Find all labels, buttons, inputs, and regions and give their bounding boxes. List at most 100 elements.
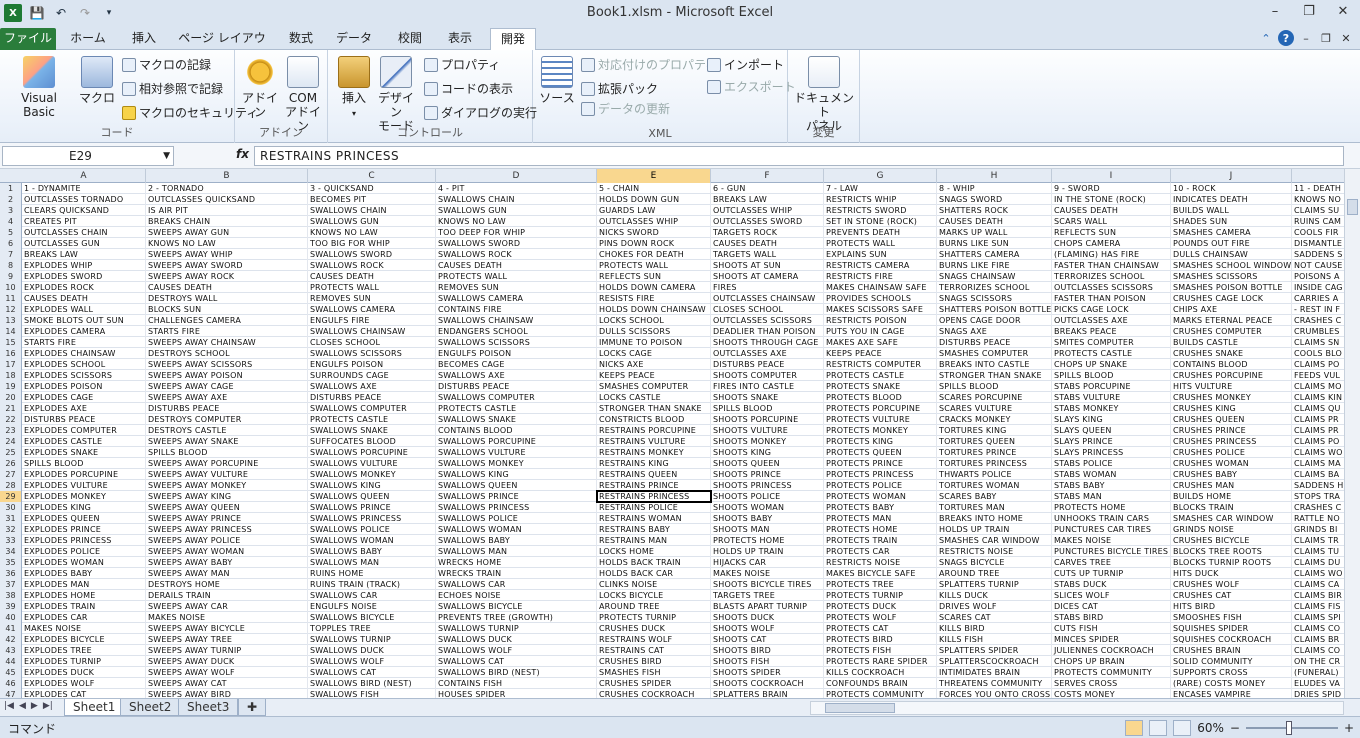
cell[interactable]: LOCKS CAGE [597, 348, 711, 359]
horizontal-scrollbar[interactable] [810, 701, 1344, 715]
cell[interactable]: SWALLOWS MAN [308, 557, 436, 568]
cell[interactable]: EXPLODES PRINCE [22, 524, 146, 535]
cell[interactable]: OUTCLASSES CHAIN [22, 227, 146, 238]
cell[interactable]: RESTRICTS COMPUTER [824, 359, 937, 370]
worksheet-grid[interactable]: ABCDEFGHIJ 11 - DYNAMITE 2 - TORNADO 3 - Q… [0, 169, 1360, 698]
cell[interactable]: RESTRAINS VULTURE [597, 436, 711, 447]
cell[interactable]: PREVENTS DEATH [824, 227, 937, 238]
cell[interactable]: TORTURES MAN [937, 502, 1052, 513]
row-header[interactable]: 12 [0, 304, 22, 315]
cell[interactable]: STABS BIRD [1052, 612, 1171, 623]
row-header[interactable]: 6 [0, 238, 22, 249]
cell[interactable]: EXPLODES WHIP [22, 260, 146, 271]
cell[interactable]: SWALLOWS QUEEN [436, 480, 597, 491]
row-header[interactable]: 27 [0, 469, 22, 480]
cell[interactable]: ENGULFS FIRE [308, 315, 436, 326]
cell[interactable]: SET IN STONE (ROCK) [824, 216, 937, 227]
cell[interactable]: EXPLODES ROCK [22, 282, 146, 293]
cell[interactable]: OUTCLASSES SCISSORS [711, 315, 824, 326]
cell[interactable]: RESTRAINS PRINCE [597, 480, 711, 491]
cell[interactable]: SWALLOWS SCISSORS [308, 348, 436, 359]
cell[interactable]: 3 - QUICKSAND [308, 183, 436, 194]
cell[interactable]: PICKS CAGE LOCK [1052, 304, 1171, 315]
column-header[interactable]: I [1052, 169, 1171, 183]
cell[interactable]: SWEEPS AWAY TURNIP [146, 645, 308, 656]
cell[interactable]: PROTECTS CASTLE [308, 414, 436, 425]
cell[interactable]: EXPLODES MAN [22, 579, 146, 590]
cell[interactable]: SHATTERS ROCK [937, 205, 1052, 216]
cell[interactable]: PREVENTS TREE (GROWTH) [436, 612, 597, 623]
cell[interactable]: HOLDS BACK CAR [597, 568, 711, 579]
cell[interactable]: SWEEPS AWAY WOLF [146, 667, 308, 678]
cell[interactable]: SWEEPS AWAY POLICE [146, 535, 308, 546]
close-button[interactable]: ✕ [1326, 0, 1360, 22]
cell[interactable]: PROTECTS CAT [824, 623, 937, 634]
row-header[interactable]: 8 [0, 260, 22, 271]
cell[interactable]: STABS BABY [1052, 480, 1171, 491]
cell[interactable]: SHOOTS FISH [711, 656, 824, 667]
cell[interactable]: NOT CAUSE [1292, 260, 1352, 271]
cell[interactable]: KNOWS NO LAW [308, 227, 436, 238]
cell[interactable]: CHIPS AXE [1171, 304, 1292, 315]
cell[interactable]: BUILDS HOME [1171, 491, 1292, 502]
row-header[interactable]: 1 [0, 183, 22, 194]
cell[interactable]: REMOVES SUN [436, 282, 597, 293]
row-header[interactable]: 18 [0, 370, 22, 381]
cell[interactable]: SMASHES CAMERA [1171, 227, 1292, 238]
cell[interactable]: SPLATTERS SPIDER [937, 645, 1052, 656]
cell[interactable]: SWEEPS AWAY GUN [146, 227, 308, 238]
cell[interactable]: CAUSES DEATH [937, 216, 1052, 227]
cell[interactable]: SWALLOWS PRINCESS [436, 502, 597, 513]
cell[interactable]: LOCKS HOME [597, 546, 711, 557]
row-header[interactable]: 35 [0, 557, 22, 568]
cell[interactable]: CLAIMS PR [1292, 414, 1352, 425]
tab-1[interactable]: ホーム [62, 28, 114, 50]
cell[interactable]: MAKES NOISE [711, 568, 824, 579]
cell[interactable]: RESTRICTS SWORD [824, 205, 937, 216]
row-header[interactable]: 41 [0, 623, 22, 634]
row-header[interactable]: 20 [0, 392, 22, 403]
cell[interactable]: PROTECTS WOLF [824, 612, 937, 623]
cell[interactable]: PROTECTS CASTLE [436, 403, 597, 414]
row-header[interactable]: 45 [0, 667, 22, 678]
cell[interactable]: CLAIMS PR [1292, 425, 1352, 436]
cell[interactable]: STABS PORCUPINE [1052, 381, 1171, 392]
horizontal-scroll-thumb[interactable] [825, 703, 895, 713]
cell[interactable]: ENGULFS NOISE [308, 601, 436, 612]
cell[interactable]: PROTECTS TURNIP [824, 590, 937, 601]
row-header[interactable]: 40 [0, 612, 22, 623]
cell[interactable]: CREATES PIT [22, 216, 146, 227]
cell[interactable]: TARGETS ROCK [711, 227, 824, 238]
cell[interactable]: CLAIMS SN [1292, 337, 1352, 348]
cell[interactable]: PROTECTS CASTLE [1052, 348, 1171, 359]
cell[interactable]: REFLECTS SUN [597, 271, 711, 282]
cell[interactable]: SWEEPS AWAY BIRD [146, 689, 308, 698]
cell[interactable]: CRUSHES KING [1171, 403, 1292, 414]
cell[interactable]: SLAYS PRINCE [1052, 436, 1171, 447]
cell[interactable]: HOLDS DOWN CHAINSAW [597, 304, 711, 315]
cell[interactable]: EXPLODES CAMERA [22, 326, 146, 337]
cell[interactable]: SWALLOWS AXE [308, 381, 436, 392]
cell[interactable]: SHOOTS QUEEN [711, 458, 824, 469]
cell[interactable]: SWEEPS AWAY WHIP [146, 249, 308, 260]
cell[interactable]: SWALLOWS CAT [436, 656, 597, 667]
cell[interactable]: PROTECTS DUCK [824, 601, 937, 612]
cell[interactable]: CARVES TREE [1052, 557, 1171, 568]
cell[interactable]: HITS BIRD [1171, 601, 1292, 612]
vertical-scroll-thumb[interactable] [1347, 199, 1358, 215]
cell[interactable]: RESTRAINS WOLF [597, 634, 711, 645]
cell[interactable]: EXPLODES CAT [22, 689, 146, 698]
cell[interactable]: ON THE CR [1292, 656, 1352, 667]
cell[interactable]: IS AIR PIT [146, 205, 308, 216]
cell[interactable]: SMASHES COMPUTER [597, 381, 711, 392]
cell[interactable]: EXPLODES SCISSORS [22, 370, 146, 381]
cell[interactable]: AROUND TREE [937, 568, 1052, 579]
cell[interactable]: SNAGS SCISSORS [937, 293, 1052, 304]
cell[interactable]: ENDANGERS SCHOOL [436, 326, 597, 337]
source-button[interactable]: ソース [539, 56, 575, 105]
cell[interactable]: CLOSES SCHOOL [711, 304, 824, 315]
cell[interactable]: DESTROYS WALL [146, 293, 308, 304]
cell[interactable]: 5 - CHAIN [597, 183, 711, 194]
cell[interactable]: MAKES NOISE [22, 623, 146, 634]
cell[interactable]: CLEARS QUICKSAND [22, 205, 146, 216]
